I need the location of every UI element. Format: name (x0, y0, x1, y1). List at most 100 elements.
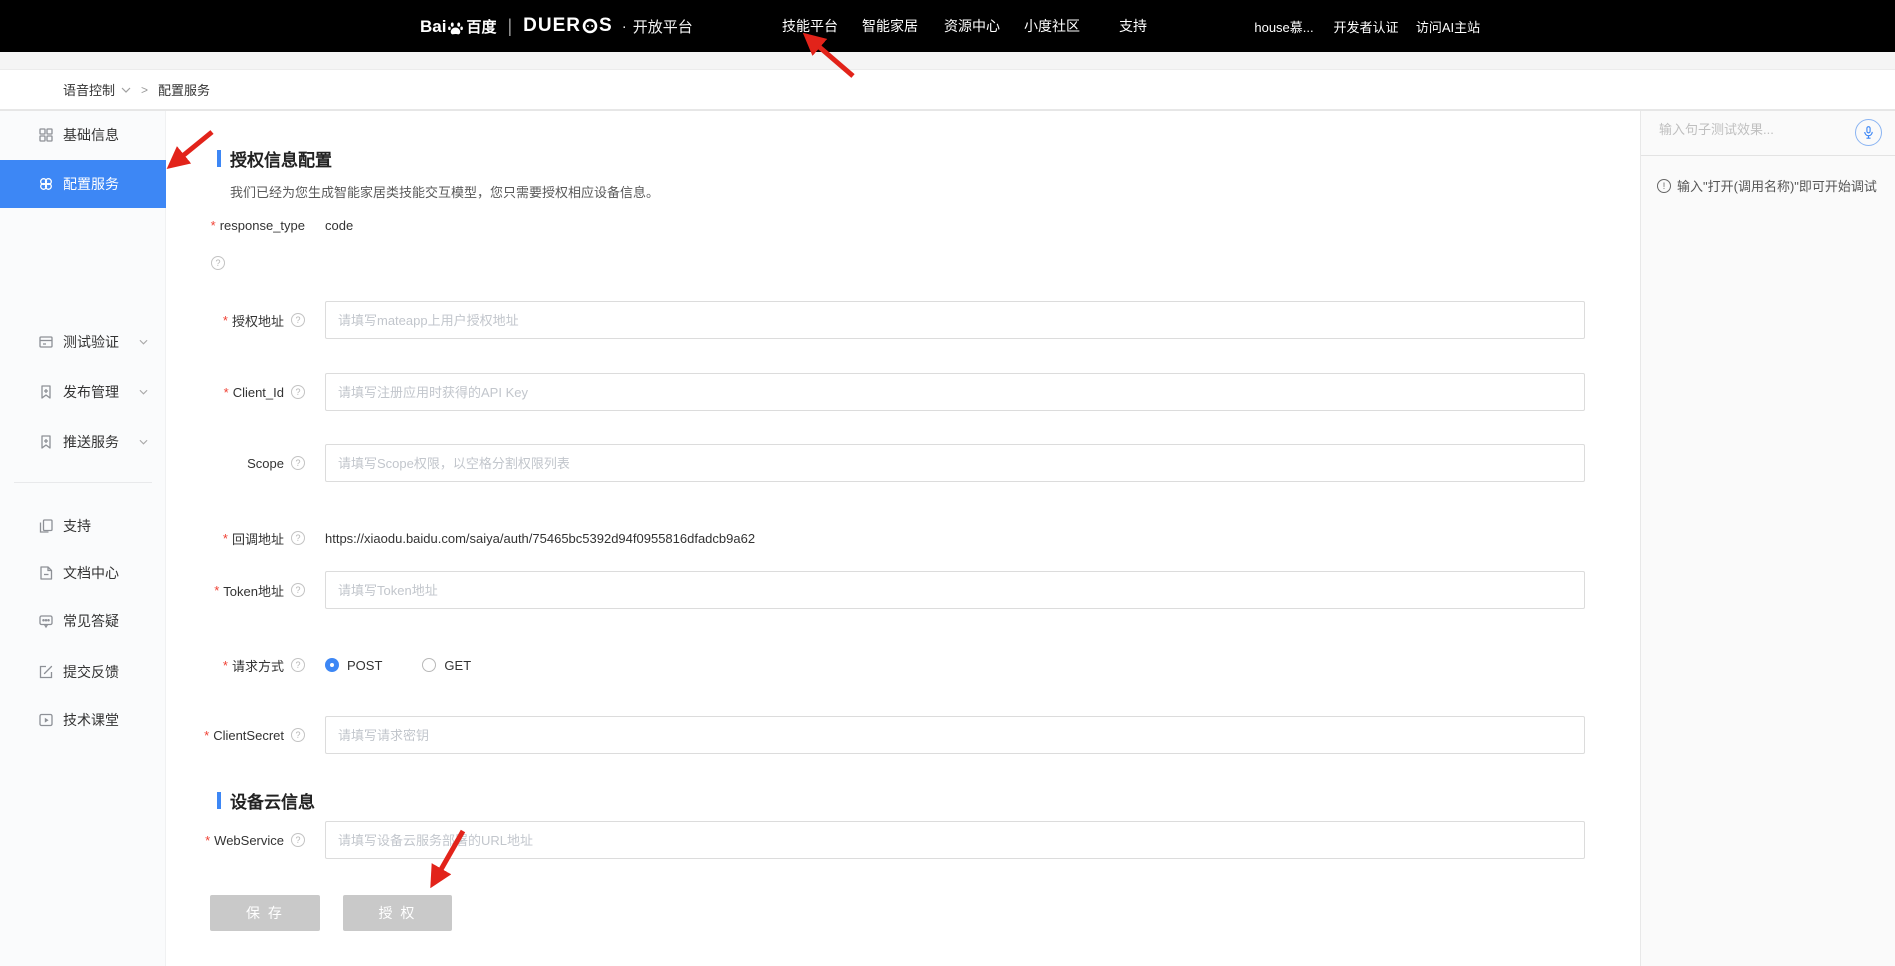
topbar: Bai 百度 | DUER S · 开放平台 技能平台 智能家居 资源中心 小度… (0, 0, 1895, 52)
form-row-web-service: * WebService ? (166, 821, 1640, 859)
field-label: Token地址 (223, 581, 284, 600)
developer-verify-link[interactable]: 开发者认证 (1333, 0, 1398, 52)
required-mark: * (211, 218, 216, 233)
radio-unselected-icon (422, 658, 436, 672)
web-service-input[interactable] (325, 821, 1585, 859)
topnav-skill-platform[interactable]: 技能平台 (782, 0, 838, 52)
copy-pages-icon (38, 518, 54, 534)
sidebar-item-basic-info[interactable]: 基础信息 (0, 115, 166, 155)
grid-icon (38, 127, 54, 143)
sidebar-item-label: 文档中心 (63, 563, 119, 583)
help-icon[interactable]: ? (211, 256, 225, 270)
dueros-o-icon (582, 18, 598, 34)
baidu-dueros-logo[interactable]: Bai 百度 | DUER S · 开放平台 (420, 0, 693, 52)
form-row-scope: Scope ? (166, 444, 1640, 482)
topnav-resource-center[interactable]: 资源中心 (944, 0, 1000, 52)
paw-icon (447, 20, 464, 37)
chevron-down-icon (121, 87, 131, 93)
radio-post[interactable]: POST (325, 658, 382, 673)
help-icon[interactable]: ? (291, 456, 305, 470)
auth-url-input[interactable] (325, 301, 1585, 339)
test-panel: ! 输入"打开(调用名称)"即可开始调试 (1640, 110, 1895, 966)
sidebar-item-test-verify[interactable]: 测试验证 (0, 322, 166, 362)
form-row-request-method: * 请求方式 ? POST GET (166, 655, 1640, 675)
save-button[interactable]: 保 存 (210, 895, 320, 931)
help-icon[interactable]: ? (291, 583, 305, 597)
required-mark: * (224, 385, 229, 400)
authorize-button[interactable]: 授 权 (343, 895, 452, 931)
field-label: Client_Id (233, 385, 284, 400)
required-mark: * (223, 531, 228, 546)
help-icon[interactable]: ? (291, 313, 305, 327)
section-title-auth-config: 授权信息配置 (217, 146, 332, 171)
bookmark-plus-icon (38, 384, 54, 400)
page: Bai 百度 | DUER S · 开放平台 技能平台 智能家居 资源中心 小度… (0, 0, 1895, 966)
sidebar-item-push-service[interactable]: 推送服务 (0, 422, 166, 462)
response-type-value: code (325, 218, 353, 233)
field-label: 请求方式 (232, 656, 284, 675)
section-description: 我们已经为您生成智能家居类技能交互模型，您只需要授权相应设备信息。 (230, 182, 659, 201)
mic-button[interactable] (1855, 119, 1882, 146)
sidebar-item-label: 推送服务 (63, 432, 119, 452)
form-row-callback-url: * 回调地址 ? https://xiaodu.baidu.com/saiya/… (166, 528, 1640, 548)
section-title-device-cloud: 设备云信息 (217, 788, 315, 813)
clover-icon (38, 176, 54, 192)
radio-get[interactable]: GET (422, 658, 471, 673)
sidebar-link-faq[interactable]: 常见答疑 (0, 601, 166, 641)
user-account[interactable]: house慕... (1254, 0, 1313, 52)
visit-ai-site-link[interactable]: 访问AI主站 (1416, 0, 1480, 52)
breadcrumb-separator: > (141, 83, 148, 97)
help-icon[interactable]: ? (291, 385, 305, 399)
topnav-support[interactable]: 支持 (1119, 0, 1147, 52)
test-sentence-row (1641, 110, 1895, 156)
field-label: Scope (247, 456, 284, 471)
sidebar-item-label: 测试验证 (63, 332, 119, 352)
field-label: response_type (220, 218, 305, 233)
breadcrumb: 语音控制 > 配置服务 (0, 70, 1895, 110)
sidebar-link-feedback[interactable]: 提交反馈 (0, 652, 166, 692)
field-label: ClientSecret (213, 728, 284, 743)
main-content: 授权信息配置 我们已经为您生成智能家居类技能交互模型，您只需要授权相应设备信息。… (166, 110, 1640, 966)
baidu-logo: Bai 百度 (420, 16, 496, 37)
platform-label: · 开放平台 (622, 16, 693, 37)
test-hint: ! 输入"打开(调用名称)"即可开始调试 (1657, 176, 1877, 195)
sidebar-item-label: 支持 (63, 516, 91, 536)
client-secret-input[interactable] (325, 716, 1585, 754)
help-icon[interactable]: ? (291, 658, 305, 672)
sidebar-link-doc-center[interactable]: 文档中心 (0, 553, 166, 593)
section-accent-bar (217, 792, 221, 809)
chevron-down-icon (139, 339, 148, 345)
test-card-icon (38, 334, 54, 350)
sidebar-link-tech-class[interactable]: 技术课堂 (0, 700, 166, 740)
help-icon[interactable]: ? (291, 728, 305, 742)
token-url-input[interactable] (325, 571, 1585, 609)
scope-input[interactable] (325, 444, 1585, 482)
field-label: WebService (214, 833, 284, 848)
required-mark: * (205, 833, 210, 848)
content-divider (0, 110, 1895, 111)
form-row-client-id: * Client_Id ? (166, 373, 1640, 411)
field-label: 回调地址 (232, 529, 284, 548)
test-sentence-input[interactable] (1659, 122, 1829, 137)
topnav-xiaodu-community[interactable]: 小度社区 (1024, 0, 1080, 52)
chevron-down-icon (139, 389, 148, 395)
dueros-logo: DUER S (523, 15, 613, 37)
help-icon[interactable]: ? (291, 531, 305, 545)
form-row-response-type: * response_type code (166, 215, 1640, 235)
breadcrumb-skill-dropdown[interactable]: 语音控制 (63, 80, 131, 99)
logo-separator: | (507, 16, 512, 37)
sidebar-item-config-service[interactable]: 配置服务 (0, 160, 166, 208)
sub-strip (0, 52, 1895, 70)
help-icon[interactable]: ? (291, 833, 305, 847)
required-mark: * (223, 658, 228, 673)
section-accent-bar (217, 150, 221, 167)
video-play-icon (38, 712, 54, 728)
sidebar-item-release-manage[interactable]: 发布管理 (0, 372, 166, 412)
topnav-smart-home[interactable]: 智能家居 (862, 0, 918, 52)
client-id-input[interactable] (325, 373, 1585, 411)
sidebar-item-label: 提交反馈 (63, 662, 119, 682)
chevron-down-icon (139, 439, 148, 445)
sidebar: 基础信息 配置服务 测试验证 发布管理 推送服务 支持 文 (0, 110, 166, 966)
microphone-icon (1861, 125, 1876, 140)
sidebar-link-support[interactable]: 支持 (0, 506, 166, 546)
